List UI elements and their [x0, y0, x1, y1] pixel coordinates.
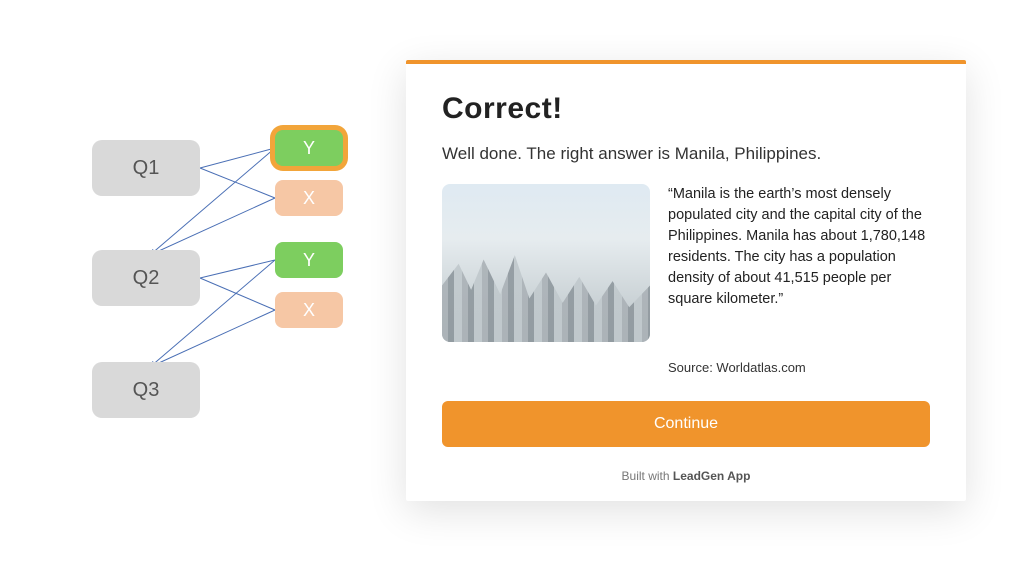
node-label: Q3 [133, 379, 160, 402]
node-answer-y1-selected: Y [275, 130, 343, 166]
node-answer-x1: X [275, 180, 343, 216]
node-label: Y [303, 138, 315, 159]
node-answer-y2: Y [275, 242, 343, 278]
quote-source: Source: Worldatlas.com [668, 360, 930, 375]
node-label: Q1 [133, 157, 160, 180]
node-q1: Q1 [92, 140, 200, 196]
continue-button[interactable]: Continue [442, 401, 930, 447]
node-answer-x2: X [275, 292, 343, 328]
card-footer: Built with LeadGen App [442, 469, 930, 483]
result-quote: “Manila is the earth’s most densely popu… [668, 184, 930, 342]
result-subtitle: Well done. The right answer is Manila, P… [442, 144, 930, 164]
node-label: X [303, 300, 315, 321]
city-photo [442, 184, 650, 342]
quiz-flow-diagram: Q1 Q2 Q3 Y X Y X [60, 120, 390, 460]
footer-prefix: Built with [622, 469, 673, 483]
node-label: Y [303, 250, 315, 271]
footer-brand: LeadGen App [673, 469, 751, 483]
result-card: Correct! Well done. The right answer is … [406, 60, 966, 501]
node-label: Q2 [133, 267, 160, 290]
node-label: X [303, 188, 315, 209]
node-q2: Q2 [92, 250, 200, 306]
result-title: Correct! [442, 92, 930, 126]
result-content-row: “Manila is the earth’s most densely popu… [442, 184, 930, 342]
node-q3: Q3 [92, 362, 200, 418]
